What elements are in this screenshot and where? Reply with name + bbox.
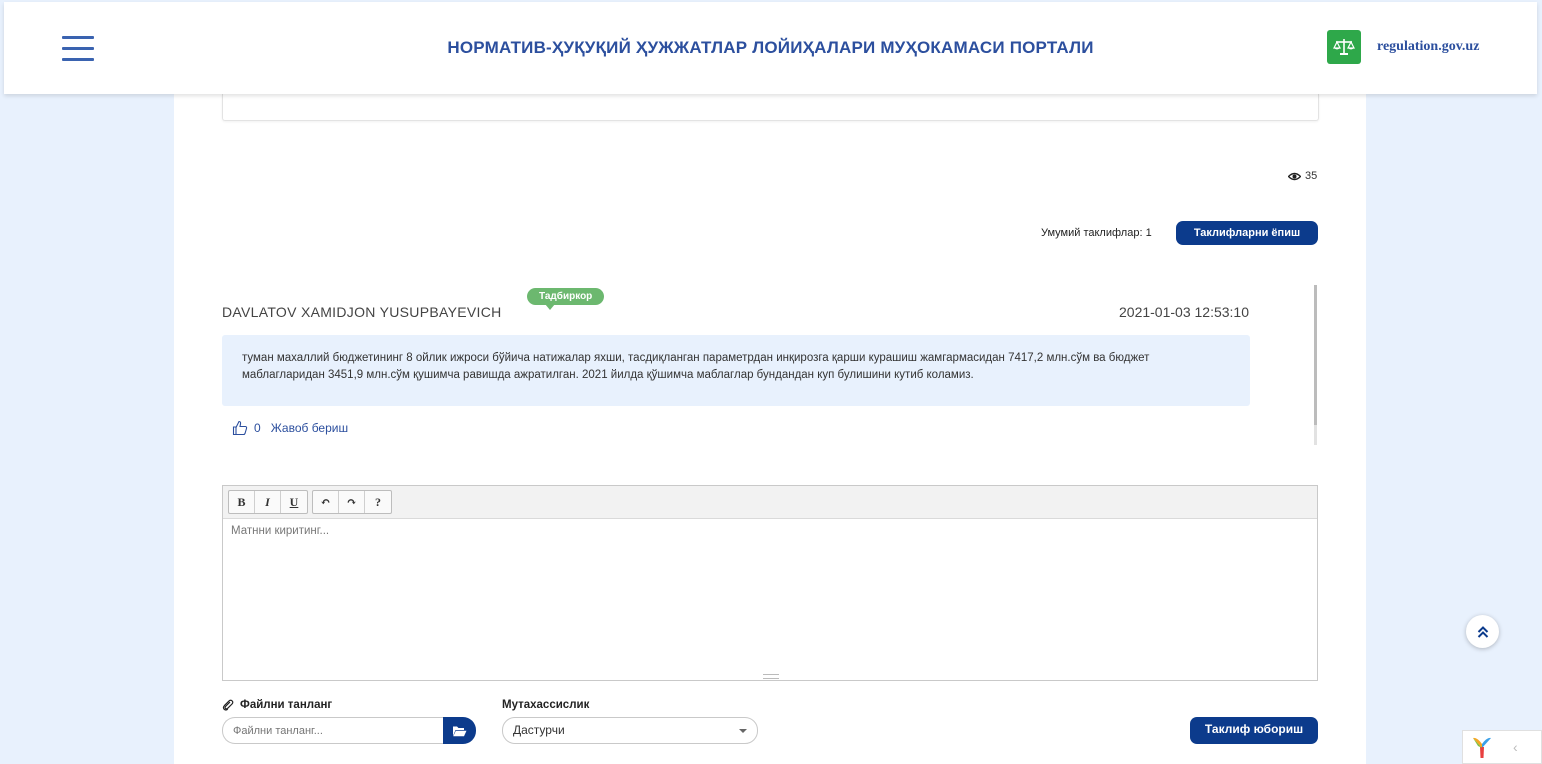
file-label: Файлни танланг: [222, 699, 332, 711]
site-name-link[interactable]: regulation.gov.uz: [1377, 39, 1479, 55]
views-count: 35: [1305, 170, 1318, 182]
redo-button[interactable]: ↷: [339, 491, 365, 513]
total-proposals: Умумий таклифлар: 1: [1041, 227, 1152, 239]
double-chevron-up-icon: [1477, 625, 1488, 638]
comments-scrollbar[interactable]: [1314, 285, 1317, 445]
document-card: [222, 94, 1319, 121]
editor-textarea[interactable]: Матнни киритинг...: [223, 519, 1317, 675]
history-group: ↶ ↷ ?: [312, 490, 392, 514]
views-counter: 35: [1288, 170, 1317, 182]
editor-toolbar: B I U ↶ ↷ ?: [223, 486, 1317, 519]
comment-actions: 0 Жавоб бериш: [232, 420, 348, 436]
file-label-text: Файлни танланг: [240, 699, 333, 711]
specialty-value: Дастурчи: [513, 723, 565, 737]
italic-button[interactable]: I: [255, 491, 281, 513]
format-group: B I U: [228, 490, 308, 514]
portal-title: НОРМАТИВ-ҲУҚУҚИЙ ҲУЖЖАТЛАР ЛОЙИҲАЛАРИ МУ…: [447, 38, 1094, 57]
scales-logo-icon[interactable]: [1327, 30, 1361, 64]
undo-button[interactable]: ↶: [313, 491, 339, 513]
specialty-select[interactable]: Дастурчи: [502, 717, 758, 744]
comment-date: 2021-01-03 12:53:10: [1119, 304, 1249, 320]
comment-author: DAVLATOV XAMIDJON YUSUPBAYEVICH: [222, 304, 502, 320]
eye-icon: [1288, 172, 1301, 180]
underline-button[interactable]: U: [281, 491, 307, 513]
collapse-proposals-button[interactable]: Таклифларни ёпиш: [1176, 221, 1318, 245]
thumbs-up-icon[interactable]: [232, 420, 248, 436]
folder-open-button[interactable]: [443, 717, 476, 744]
folder-open-icon: [453, 726, 467, 736]
chevron-left-icon[interactable]: ‹: [1513, 739, 1518, 755]
specialty-label: Мутахассислик: [502, 699, 590, 711]
role-badge: Тадбиркор: [527, 288, 605, 310]
editor-resize-handle[interactable]: [763, 674, 779, 679]
reply-link[interactable]: Жавоб бериш: [271, 421, 348, 435]
submit-proposal-button[interactable]: Таклиф юбориш: [1190, 717, 1318, 744]
comment-text: туман махаллий бюджетининг 8 ойлик ижрос…: [222, 335, 1250, 406]
file-input[interactable]: [222, 717, 444, 744]
like-count: 0: [254, 421, 261, 435]
main-content: 35 Умумий таклифлар: 1 Таклифларни ёпиш …: [174, 94, 1366, 764]
scroll-to-top-button[interactable]: [1466, 615, 1499, 648]
caret-down-icon: [739, 729, 747, 733]
browser-widget[interactable]: ‹: [1462, 730, 1542, 764]
site-header: НОРМАТИВ-ҲУҚУҚИЙ ҲУЖЖАТЛАР ЛОЙИҲАЛАРИ МУ…: [4, 2, 1537, 94]
text-editor: B I U ↶ ↷ ? Матнни киритинг...: [222, 485, 1318, 681]
help-button[interactable]: ?: [365, 491, 391, 513]
yandex-logo-icon: [1473, 737, 1491, 758]
paperclip-icon: [222, 699, 234, 711]
bold-button[interactable]: B: [229, 491, 255, 513]
